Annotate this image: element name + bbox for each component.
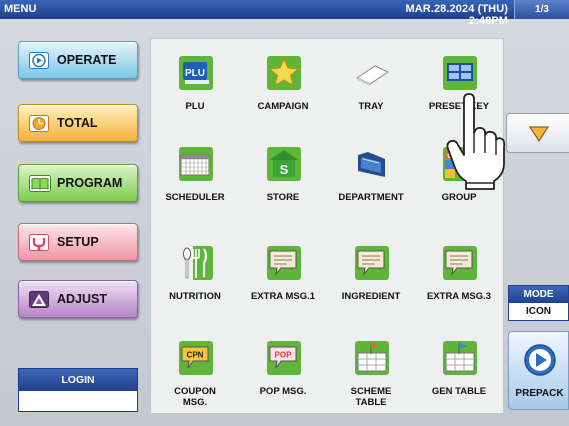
menu-item-gen-table[interactable]: GEN TABLE	[415, 341, 503, 421]
menu-item-group[interactable]: G GROUP	[415, 147, 503, 227]
group-icon-text: G	[447, 153, 453, 160]
menu-item-pop-msg[interactable]: POP POP MSG.	[239, 341, 327, 421]
menu-item-coupon-msg[interactable]: CPN COUPON MSG.	[151, 341, 239, 421]
message-icon	[267, 246, 301, 280]
adjust-label: ADJUST	[57, 292, 108, 306]
group-icon: G	[443, 147, 477, 181]
coupon-icon: CPN	[179, 341, 213, 375]
mode-value: ICON	[526, 306, 551, 317]
gen-table-icon	[443, 341, 477, 375]
store-icon-text: S	[280, 162, 289, 177]
menu-icon-panel: PLU PLU CAMPAIGN TRAY PRESET KEY SCHEDUL…	[150, 38, 504, 414]
menu-item-label: POP MSG.	[259, 386, 307, 397]
preset-key-icon	[443, 56, 477, 90]
title-bar: MENU MAR.28.2024 (THU) 2:48PM 1/3	[0, 0, 569, 27]
prepack-play-icon	[523, 343, 557, 382]
scroll-down-button[interactable]	[506, 113, 569, 153]
program-button[interactable]: PROGRAM	[18, 164, 138, 202]
message-icon	[355, 246, 389, 280]
pop-icon: POP	[267, 341, 301, 375]
menu-item-plu[interactable]: PLU PLU	[151, 56, 239, 136]
total-button[interactable]: TOTAL	[18, 104, 138, 142]
setup-label: SETUP	[57, 235, 99, 249]
menu-item-label: COUPON MSG.	[174, 386, 216, 408]
play-icon	[29, 52, 49, 69]
menu-item-label: GROUP	[441, 192, 477, 203]
menu-item-label: GEN TABLE	[431, 386, 487, 397]
mode-label: MODE	[509, 286, 568, 303]
program-label: PROGRAM	[57, 176, 123, 190]
book-icon	[29, 175, 51, 192]
wrench-icon	[29, 234, 49, 251]
prepack-label: PREPACK	[515, 388, 564, 399]
menu-item-label: TRAY	[358, 101, 384, 112]
page-indicator: 1/3	[514, 0, 569, 19]
star-icon	[267, 56, 301, 90]
total-label: TOTAL	[57, 116, 98, 130]
operate-button[interactable]: OPERATE	[18, 41, 138, 79]
menu-item-nutrition[interactable]: NUTRITION	[151, 246, 239, 326]
menu-title: MENU	[4, 3, 37, 15]
menu-item-label: STORE	[266, 192, 300, 203]
menu-item-label: PLU	[185, 101, 205, 112]
menu-item-extra-msg-1[interactable]: EXTRA MSG.1	[239, 246, 327, 326]
menu-item-ingredient[interactable]: INGREDIENT	[327, 246, 415, 326]
operate-label: OPERATE	[57, 53, 117, 67]
plu-icon-text: PLU	[185, 68, 205, 79]
menu-item-label: INGREDIENT	[341, 291, 401, 302]
menu-item-scheduler[interactable]: SCHEDULER	[151, 147, 239, 227]
login-header: LOGIN	[19, 369, 137, 391]
mode-toggle[interactable]: MODE ICON	[508, 285, 569, 321]
datetime-display: MAR.28.2024 (THU) 2:48PM	[405, 3, 508, 27]
menu-item-store[interactable]: S STORE	[239, 147, 327, 227]
store-icon: S	[267, 147, 301, 181]
adjust-button[interactable]: ADJUST	[18, 280, 138, 318]
tray-icon	[355, 56, 389, 90]
menu-item-extra-msg-3[interactable]: EXTRA MSG.3	[415, 246, 503, 326]
menu-item-label: NUTRITION	[169, 291, 221, 302]
menu-item-campaign[interactable]: CAMPAIGN	[239, 56, 327, 136]
setup-button[interactable]: SETUP	[18, 223, 138, 261]
scale-menu-screen: MENU MAR.28.2024 (THU) 2:48PM 1/3 OPERAT…	[0, 0, 569, 426]
triangle-down-icon	[528, 126, 550, 147]
coupon-icon-text: CPN	[187, 351, 204, 360]
login-box[interactable]: LOGIN	[18, 368, 138, 412]
plu-icon: PLU	[179, 56, 213, 90]
menu-item-label: CAMPAIGN	[257, 101, 309, 112]
message-icon	[443, 246, 477, 280]
menu-item-label: SCHEME TABLE	[350, 386, 392, 408]
clock-icon	[29, 115, 49, 132]
menu-item-label: EXTRA MSG.1	[250, 291, 316, 302]
calendar-icon	[179, 147, 213, 181]
pop-icon-text: POP	[275, 351, 293, 360]
menu-item-label: SCHEDULER	[165, 192, 225, 203]
menu-item-scheme-table[interactable]: SCHEME TABLE	[327, 341, 415, 421]
adjust-triangle-icon	[29, 291, 49, 308]
menu-item-preset-key[interactable]: PRESET KEY	[415, 56, 503, 136]
menu-item-tray[interactable]: TRAY	[327, 56, 415, 136]
menu-item-label: EXTRA MSG.3	[426, 291, 492, 302]
folder-icon	[355, 147, 389, 181]
menu-item-department[interactable]: DEPARTMENT	[327, 147, 415, 227]
prepack-button[interactable]: PREPACK	[508, 331, 569, 410]
scheme-table-icon	[355, 341, 389, 375]
menu-item-label: DEPARTMENT	[338, 192, 404, 203]
cutlery-icon	[179, 246, 213, 280]
menu-item-label: PRESET KEY	[428, 101, 490, 112]
